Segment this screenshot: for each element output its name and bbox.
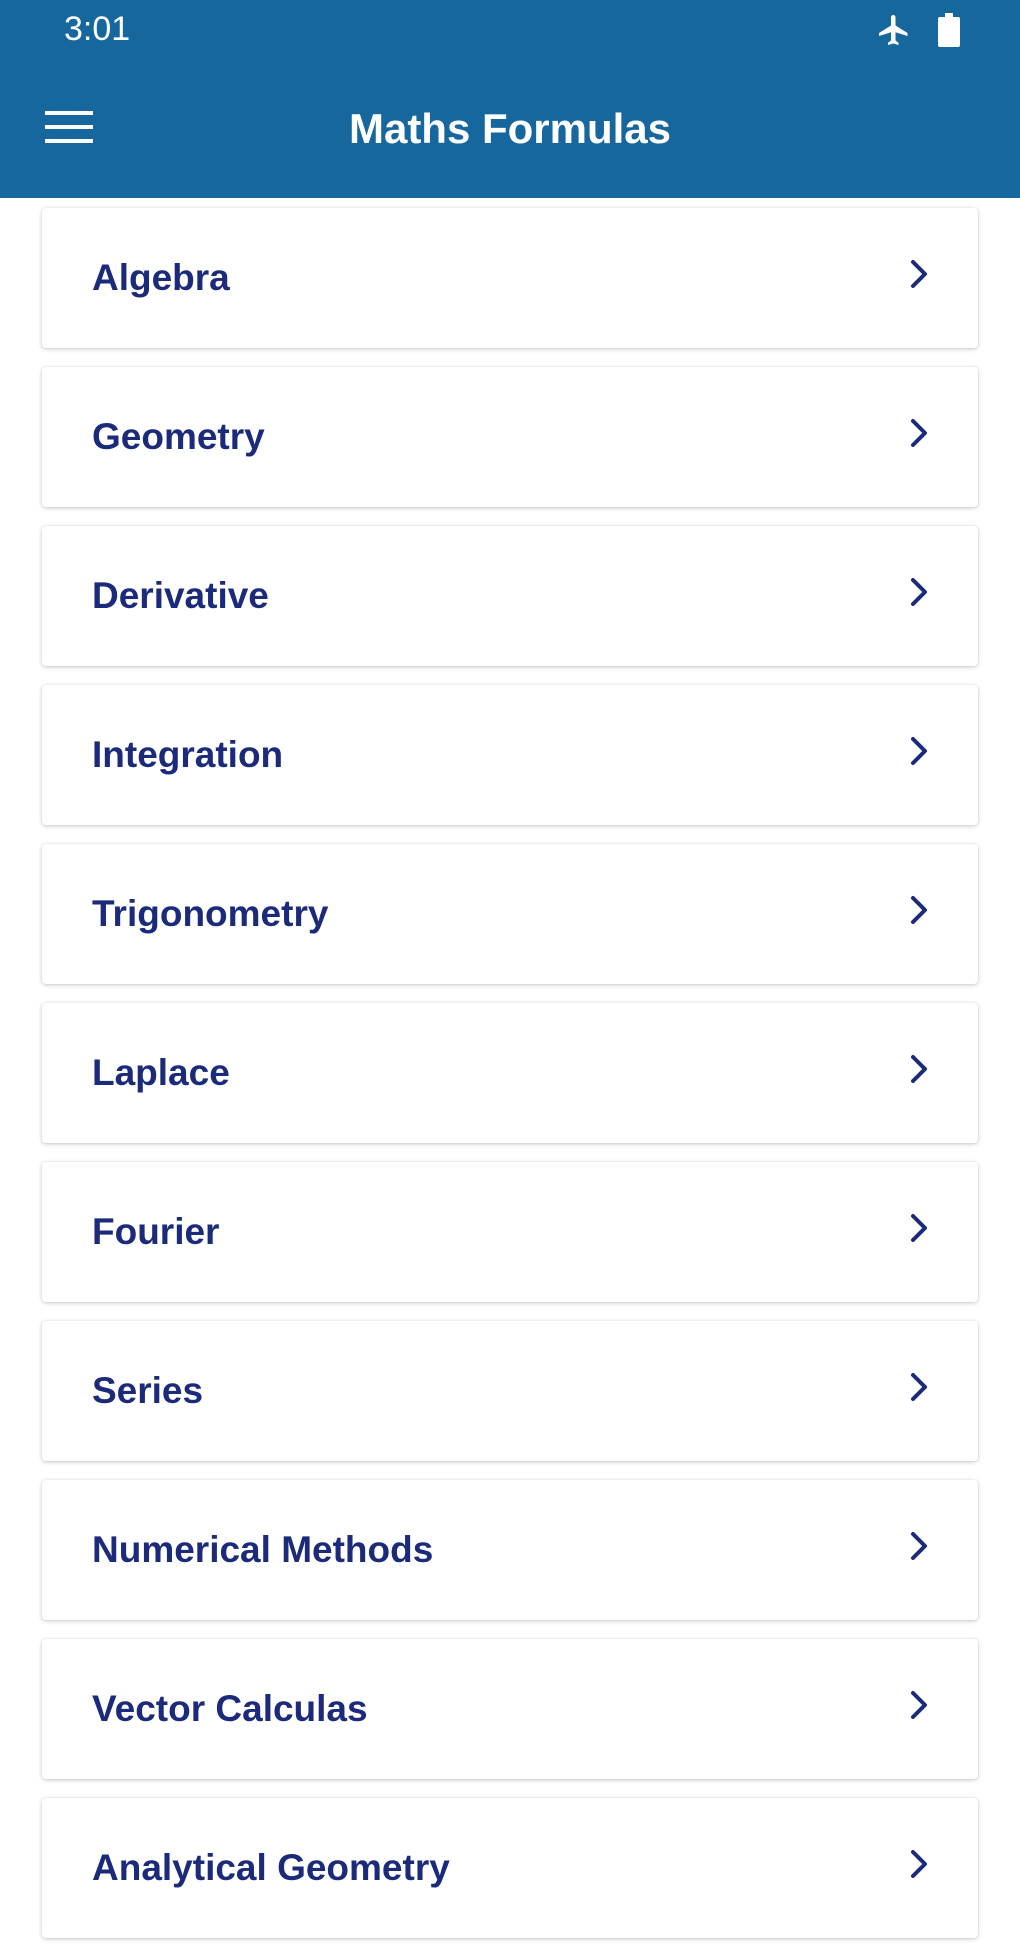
page-title: Maths Formulas <box>348 105 672 152</box>
chevron-right-icon <box>902 1848 934 1880</box>
category-label: Series <box>92 1370 204 1411</box>
category-item-vector-calculas[interactable]: Vector Calculas <box>42 1639 978 1779</box>
category-label: Algebra <box>92 257 230 298</box>
category-label: Analytical Geometry <box>92 1847 450 1888</box>
category-label: Derivative <box>92 575 269 616</box>
category-item-derivative[interactable]: Derivative <box>42 526 978 666</box>
airplane-mode-icon <box>876 12 912 53</box>
category-item-trigonometry[interactable]: Trigonometry <box>42 844 978 984</box>
category-item-geometry[interactable]: Geometry <box>42 367 978 507</box>
battery-icon <box>938 13 960 52</box>
app-bar: 3:01 Maths Formulas <box>0 0 1020 198</box>
category-item-algebra[interactable]: Algebra <box>42 208 978 348</box>
chevron-right-icon <box>902 735 934 767</box>
category-label: Integration <box>92 734 284 775</box>
category-label: Trigonometry <box>92 893 329 934</box>
category-label: Vector Calculas <box>92 1688 368 1729</box>
chevron-right-icon <box>902 1530 934 1562</box>
category-label: Geometry <box>92 416 265 457</box>
chevron-right-icon <box>902 1053 934 1085</box>
category-list: Algebra Geometry Derivative Integration … <box>42 208 978 1957</box>
category-label: Fourier <box>92 1211 220 1252</box>
chevron-right-icon <box>902 576 934 608</box>
category-label: Laplace <box>92 1052 230 1093</box>
category-label: Numerical Methods <box>92 1529 434 1570</box>
category-item-analytical-geometry[interactable]: Analytical Geometry <box>42 1798 978 1938</box>
category-item-laplace[interactable]: Laplace <box>42 1003 978 1143</box>
chevron-right-icon <box>902 1689 934 1721</box>
category-item-integration[interactable]: Integration <box>42 685 978 825</box>
status-time: 3:01 <box>64 10 131 48</box>
category-item-series[interactable]: Series <box>42 1321 978 1461</box>
category-item-numerical-methods[interactable]: Numerical Methods <box>42 1480 978 1620</box>
chevron-right-icon <box>902 894 934 926</box>
category-item-fourier[interactable]: Fourier <box>42 1162 978 1302</box>
chevron-right-icon <box>902 417 934 449</box>
chevron-right-icon <box>902 1212 934 1244</box>
status-icons <box>876 12 960 53</box>
chevron-right-icon <box>902 258 934 290</box>
chevron-right-icon <box>902 1371 934 1403</box>
